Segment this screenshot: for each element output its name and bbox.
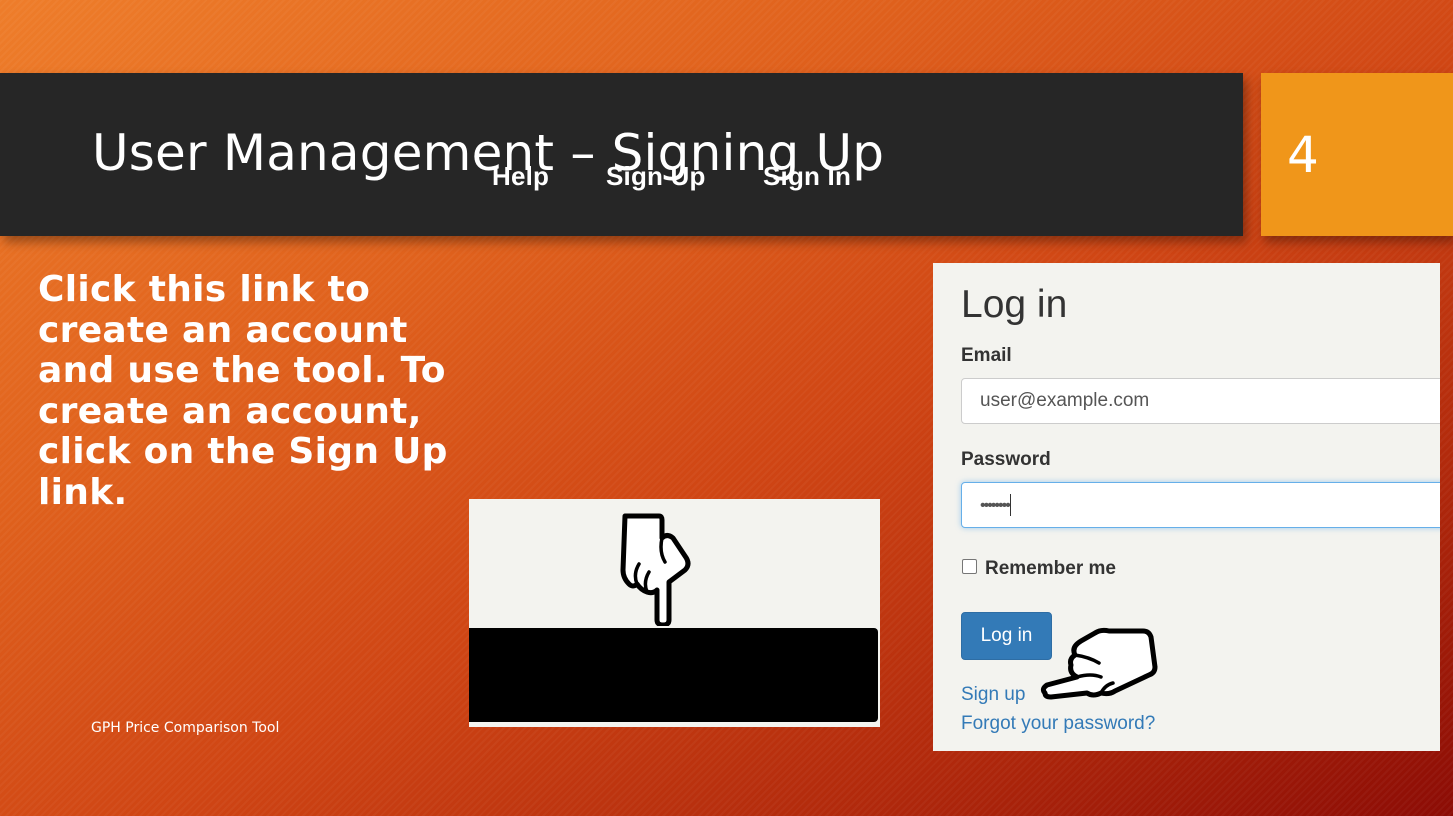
hand-pointing-down-icon	[620, 513, 691, 626]
login-screenshot: Log in Email user@example.com Password •…	[933, 263, 1440, 751]
text-caret	[1009, 493, 1011, 516]
slide-footer: GPH Price Comparison Tool	[91, 720, 280, 736]
password-value: ••••••••	[980, 497, 1011, 514]
nav-link-help[interactable]: Help	[492, 161, 549, 192]
password-field[interactable]: ••••••••	[961, 482, 1440, 528]
nav-screenshot	[469, 499, 880, 727]
hand-pointing-left-icon	[1040, 627, 1158, 700]
remember-me-checkbox[interactable]	[962, 559, 977, 574]
email-field[interactable]: user@example.com	[961, 378, 1440, 424]
nav-bar	[469, 628, 878, 722]
sign-up-link[interactable]: Sign up	[961, 684, 1025, 706]
slide-body-text: Click this link to create an account and…	[38, 269, 448, 513]
login-heading: Log in	[961, 283, 1068, 326]
nav-link-sign-up[interactable]: Sign Up	[606, 161, 706, 192]
email-label: Email	[961, 345, 1012, 366]
password-label: Password	[961, 449, 1051, 470]
remember-me-label: Remember me	[985, 558, 1116, 579]
email-value: user@example.com	[980, 390, 1150, 411]
slide-number: 4	[1287, 126, 1319, 184]
forgot-password-link[interactable]: Forgot your password?	[961, 713, 1155, 735]
nav-link-sign-in[interactable]: Sign In	[763, 161, 851, 192]
